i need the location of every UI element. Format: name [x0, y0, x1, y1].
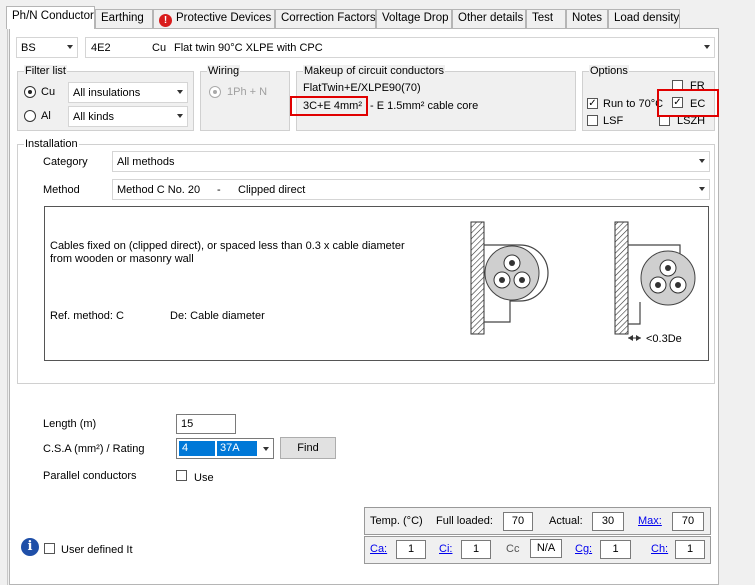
- highlight-box: [290, 96, 368, 116]
- kinds-select[interactable]: All kinds: [68, 106, 188, 127]
- max-temp-link[interactable]: Max:: [638, 515, 662, 527]
- ci-field[interactable]: 1: [461, 540, 491, 559]
- tab-earthing[interactable]: Earthing: [95, 9, 153, 28]
- highlight-box: [657, 89, 719, 117]
- method-select[interactable]: Method C No. 20 - Clipped direct: [112, 179, 710, 200]
- tab-load-density[interactable]: Load density: [608, 9, 680, 28]
- chevron-down-icon: [67, 45, 73, 49]
- wiring-1ph-label: 1Ph + N: [227, 86, 268, 98]
- max-temp-field[interactable]: 70: [672, 512, 704, 531]
- insulation-select[interactable]: All insulations: [68, 82, 188, 103]
- al-radio[interactable]: [24, 110, 36, 122]
- lsf-checkbox[interactable]: [587, 115, 598, 126]
- rating-value: 37A: [217, 441, 257, 456]
- chevron-down-icon: [263, 447, 269, 451]
- parallel-use-checkbox[interactable]: [176, 470, 187, 481]
- chevron-down-icon: [704, 45, 710, 49]
- wall-icon: [614, 221, 629, 335]
- user-defined-it-checkbox[interactable]: [44, 543, 55, 554]
- length-input[interactable]: 15: [176, 414, 236, 434]
- tab-ph-n-conductor[interactable]: Ph/N Conductor: [6, 6, 95, 29]
- cu-label: Cu: [41, 86, 56, 98]
- category-select[interactable]: All methods: [112, 151, 710, 172]
- wall-icon: [470, 221, 485, 335]
- chevron-down-icon: [699, 159, 705, 163]
- ch-link[interactable]: Ch:: [651, 543, 668, 555]
- tab-voltage-drop[interactable]: Voltage Drop: [376, 9, 452, 28]
- info-icon[interactable]: i: [21, 538, 39, 556]
- tab-other-details[interactable]: Other details: [452, 9, 526, 28]
- actual-temp-field[interactable]: 30: [592, 512, 624, 531]
- tab-protective-devices[interactable]: ! Protective Devices: [153, 9, 275, 28]
- chevron-down-icon: [699, 187, 705, 191]
- ca-link[interactable]: Ca:: [370, 543, 387, 555]
- al-label: Al: [41, 110, 51, 122]
- installation-diagram: <0.3De: [470, 221, 696, 345]
- find-button[interactable]: Find: [280, 437, 336, 459]
- run-to-70-checkbox[interactable]: ✓: [587, 98, 598, 109]
- ch-field[interactable]: 1: [675, 540, 705, 559]
- cu-radio[interactable]: [24, 86, 36, 98]
- cc-field[interactable]: N/A: [530, 539, 562, 558]
- standard-select[interactable]: BS: [16, 37, 78, 58]
- warning-icon: !: [159, 14, 172, 27]
- cable-icon: [640, 250, 696, 306]
- csa-rating-select[interactable]: 4 37A: [176, 438, 274, 459]
- makeup-line1: FlatTwin+E/XLPE90(70): [303, 82, 421, 94]
- tab-notes[interactable]: Notes: [566, 9, 608, 28]
- makeup-earth-core: - E 1.5mm² cable core: [370, 100, 479, 112]
- full-loaded-temp-field[interactable]: 70: [503, 512, 533, 531]
- chevron-down-icon: [177, 90, 183, 94]
- cable-icon: [484, 245, 540, 301]
- tab-test[interactable]: Test: [526, 9, 566, 28]
- csa-size-value: 4: [179, 441, 215, 456]
- tab-bar: Ph/N Conductor Earthing ! Protective Devi…: [6, 6, 755, 29]
- cg-link[interactable]: Cg:: [575, 543, 592, 555]
- cable-type-select[interactable]: 4E2 Cu Flat twin 90°C XLPE with CPC: [85, 37, 715, 58]
- chevron-down-icon: [177, 114, 183, 118]
- wiring-group: Wiring: [200, 65, 290, 131]
- tab-correction-factors[interactable]: Correction Factors: [275, 9, 376, 28]
- spacing-label: <0.3De: [646, 333, 682, 345]
- wiring-1ph-radio[interactable]: [209, 86, 221, 98]
- ci-link[interactable]: Ci:: [439, 543, 452, 555]
- ca-field[interactable]: 1: [396, 540, 426, 559]
- cg-field[interactable]: 1: [600, 540, 631, 559]
